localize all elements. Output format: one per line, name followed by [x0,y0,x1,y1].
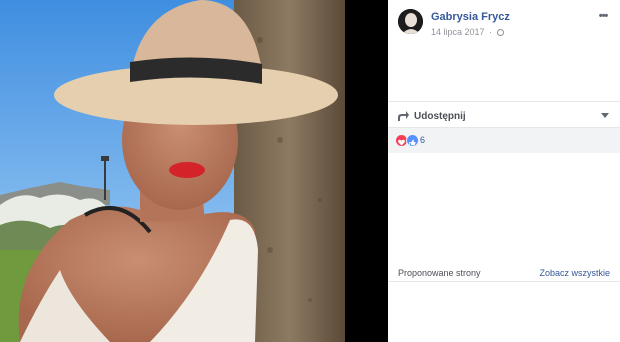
suggested-pages-title: Proponowane strony [398,268,481,278]
post-photo[interactable] [0,0,345,342]
chevron-down-icon[interactable] [601,113,609,118]
share-icon [398,111,409,121]
globe-icon [496,29,504,36]
share-button[interactable]: Udostępnij [397,108,466,124]
avatar-image [398,9,423,34]
reaction-count[interactable]: 6 [420,135,425,145]
post-date[interactable]: 14 lipca 2017 [431,27,485,37]
author-name[interactable]: Gabrysia Frycz [431,11,510,23]
like-icon [406,134,419,147]
share-bar: Udostępnij [388,101,620,128]
avatar[interactable] [398,9,423,34]
meta-separator: · [489,27,493,37]
post-info-panel: Gabrysia Frycz 14 lipca 2017 · ••• Udost… [388,0,620,342]
divider [388,281,620,282]
more-icon: ••• [598,10,609,22]
post-header: Gabrysia Frycz 14 lipca 2017 · ••• [398,9,612,39]
reactions-summary[interactable]: 6 [388,128,620,153]
post-meta: 14 lipca 2017 · [431,27,504,37]
see-all-link[interactable]: Zobacz wszystkie [539,268,610,278]
share-label: Udostępnij [414,110,466,122]
suggested-pages-header: Proponowane strony Zobacz wszystkie [398,266,610,282]
photo-viewer[interactable] [0,0,388,342]
more-options-button[interactable]: ••• [594,10,612,24]
